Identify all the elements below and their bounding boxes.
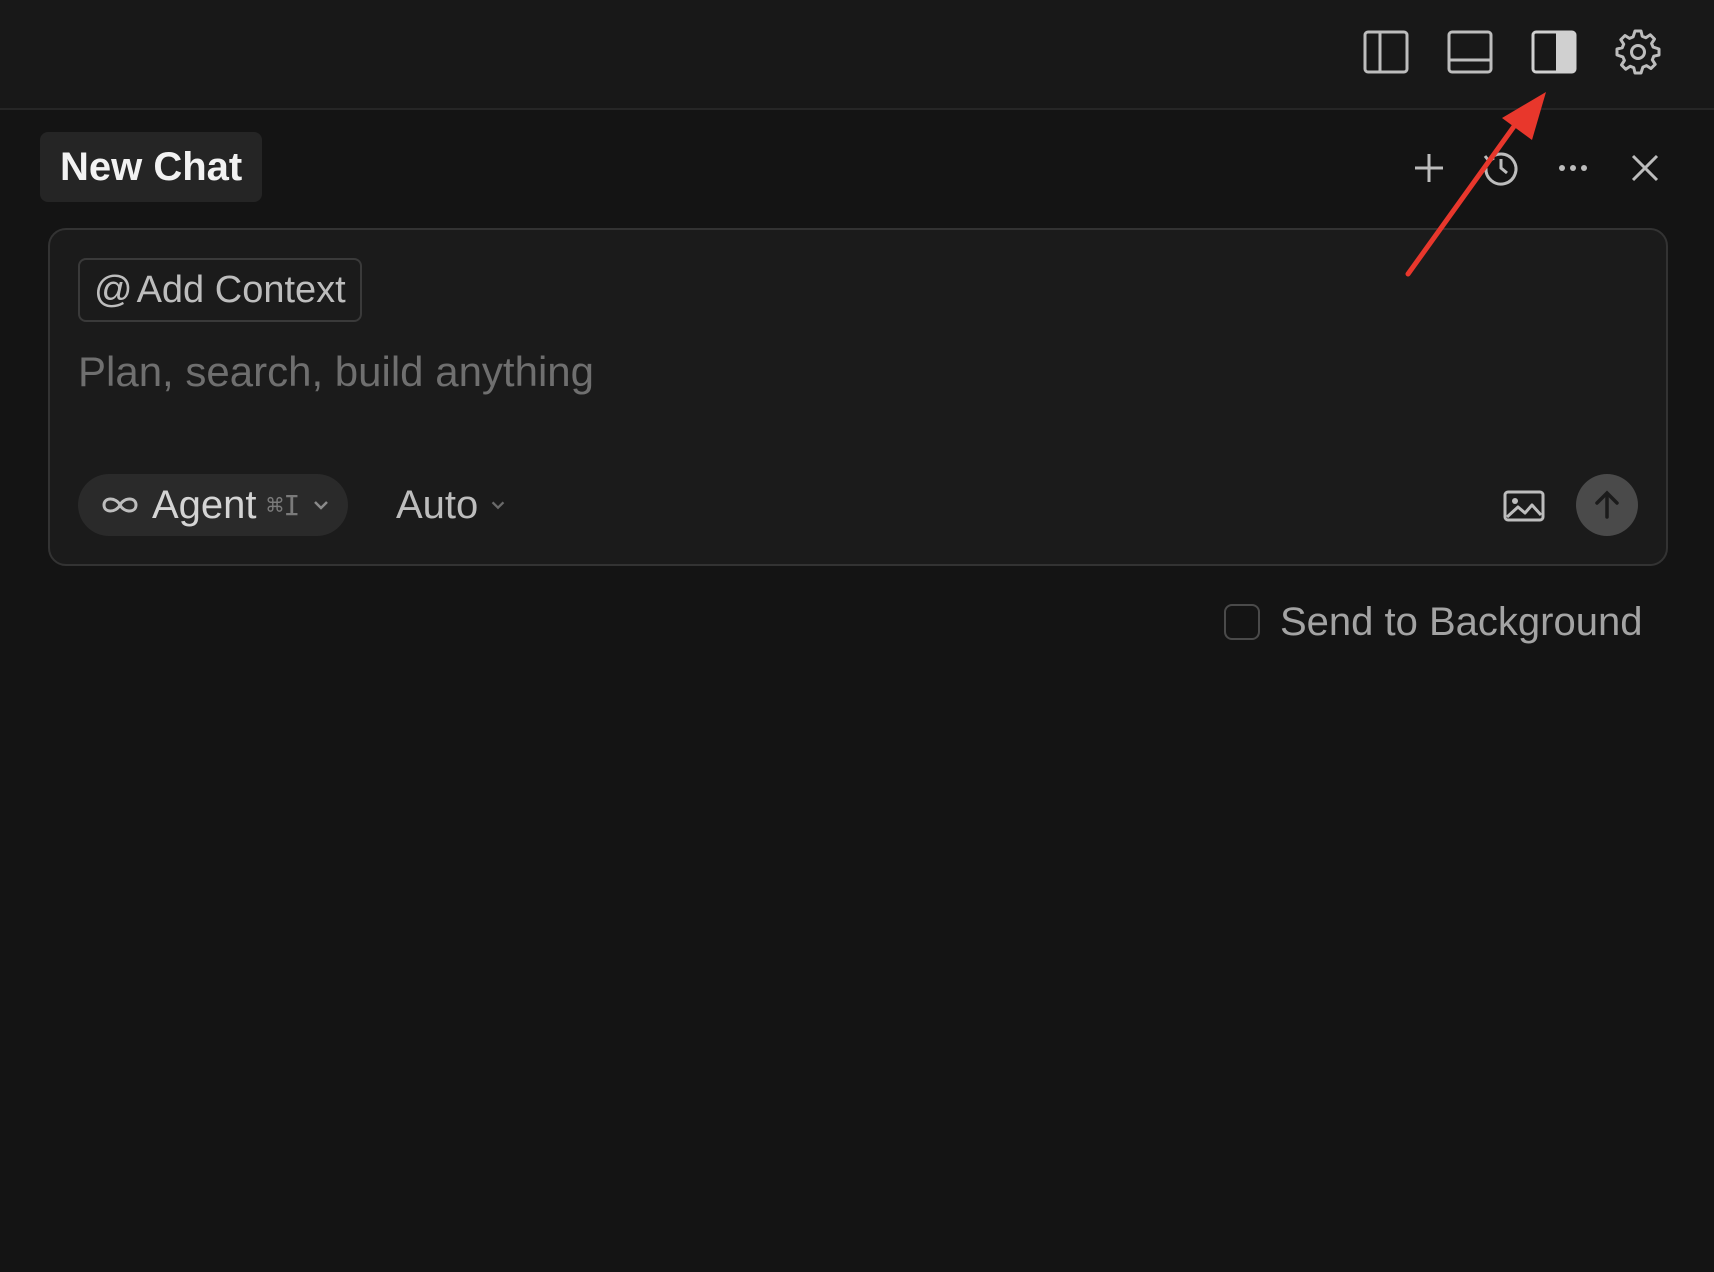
send-to-background-option[interactable]: Send to Background bbox=[1224, 600, 1642, 644]
close-icon[interactable] bbox=[1621, 144, 1669, 192]
title-bar bbox=[0, 0, 1714, 110]
send-to-background-label: Send to Background bbox=[1280, 599, 1643, 644]
toggle-panel-icon[interactable] bbox=[1446, 28, 1494, 76]
send-button[interactable] bbox=[1576, 474, 1638, 536]
more-icon[interactable] bbox=[1549, 144, 1597, 192]
chat-window: New Chat @ Add Context Plan, search, bui… bbox=[0, 0, 1714, 1272]
infinity-icon bbox=[98, 491, 142, 519]
send-to-background-checkbox[interactable] bbox=[1224, 604, 1260, 640]
at-icon: @ bbox=[94, 268, 133, 311]
chevron-down-icon bbox=[310, 494, 332, 516]
chevron-down-icon bbox=[488, 495, 508, 515]
prompt-input[interactable] bbox=[78, 342, 1478, 402]
add-context-label: Add Context bbox=[136, 268, 346, 311]
model-selector[interactable]: Auto bbox=[396, 474, 508, 536]
model-label: Auto bbox=[396, 482, 479, 527]
toggle-primary-sidebar-icon[interactable] bbox=[1362, 28, 1410, 76]
mode-shortcut: ⌘I bbox=[266, 488, 301, 522]
toggle-secondary-sidebar-icon[interactable] bbox=[1530, 28, 1578, 76]
chat-tab-title[interactable]: New Chat bbox=[40, 132, 263, 202]
mode-label: Agent bbox=[152, 482, 257, 527]
history-icon[interactable] bbox=[1477, 144, 1525, 192]
mode-selector[interactable]: Agent ⌘I bbox=[78, 474, 349, 536]
chat-composer: @ Add Context Agent ⌘I Auto bbox=[48, 228, 1668, 566]
image-icon[interactable] bbox=[1500, 482, 1548, 530]
plus-icon[interactable] bbox=[1405, 144, 1453, 192]
arrow-up-icon bbox=[1590, 488, 1624, 522]
gear-icon[interactable] bbox=[1614, 28, 1662, 76]
add-context-button[interactable]: @ Add Context bbox=[78, 258, 362, 322]
